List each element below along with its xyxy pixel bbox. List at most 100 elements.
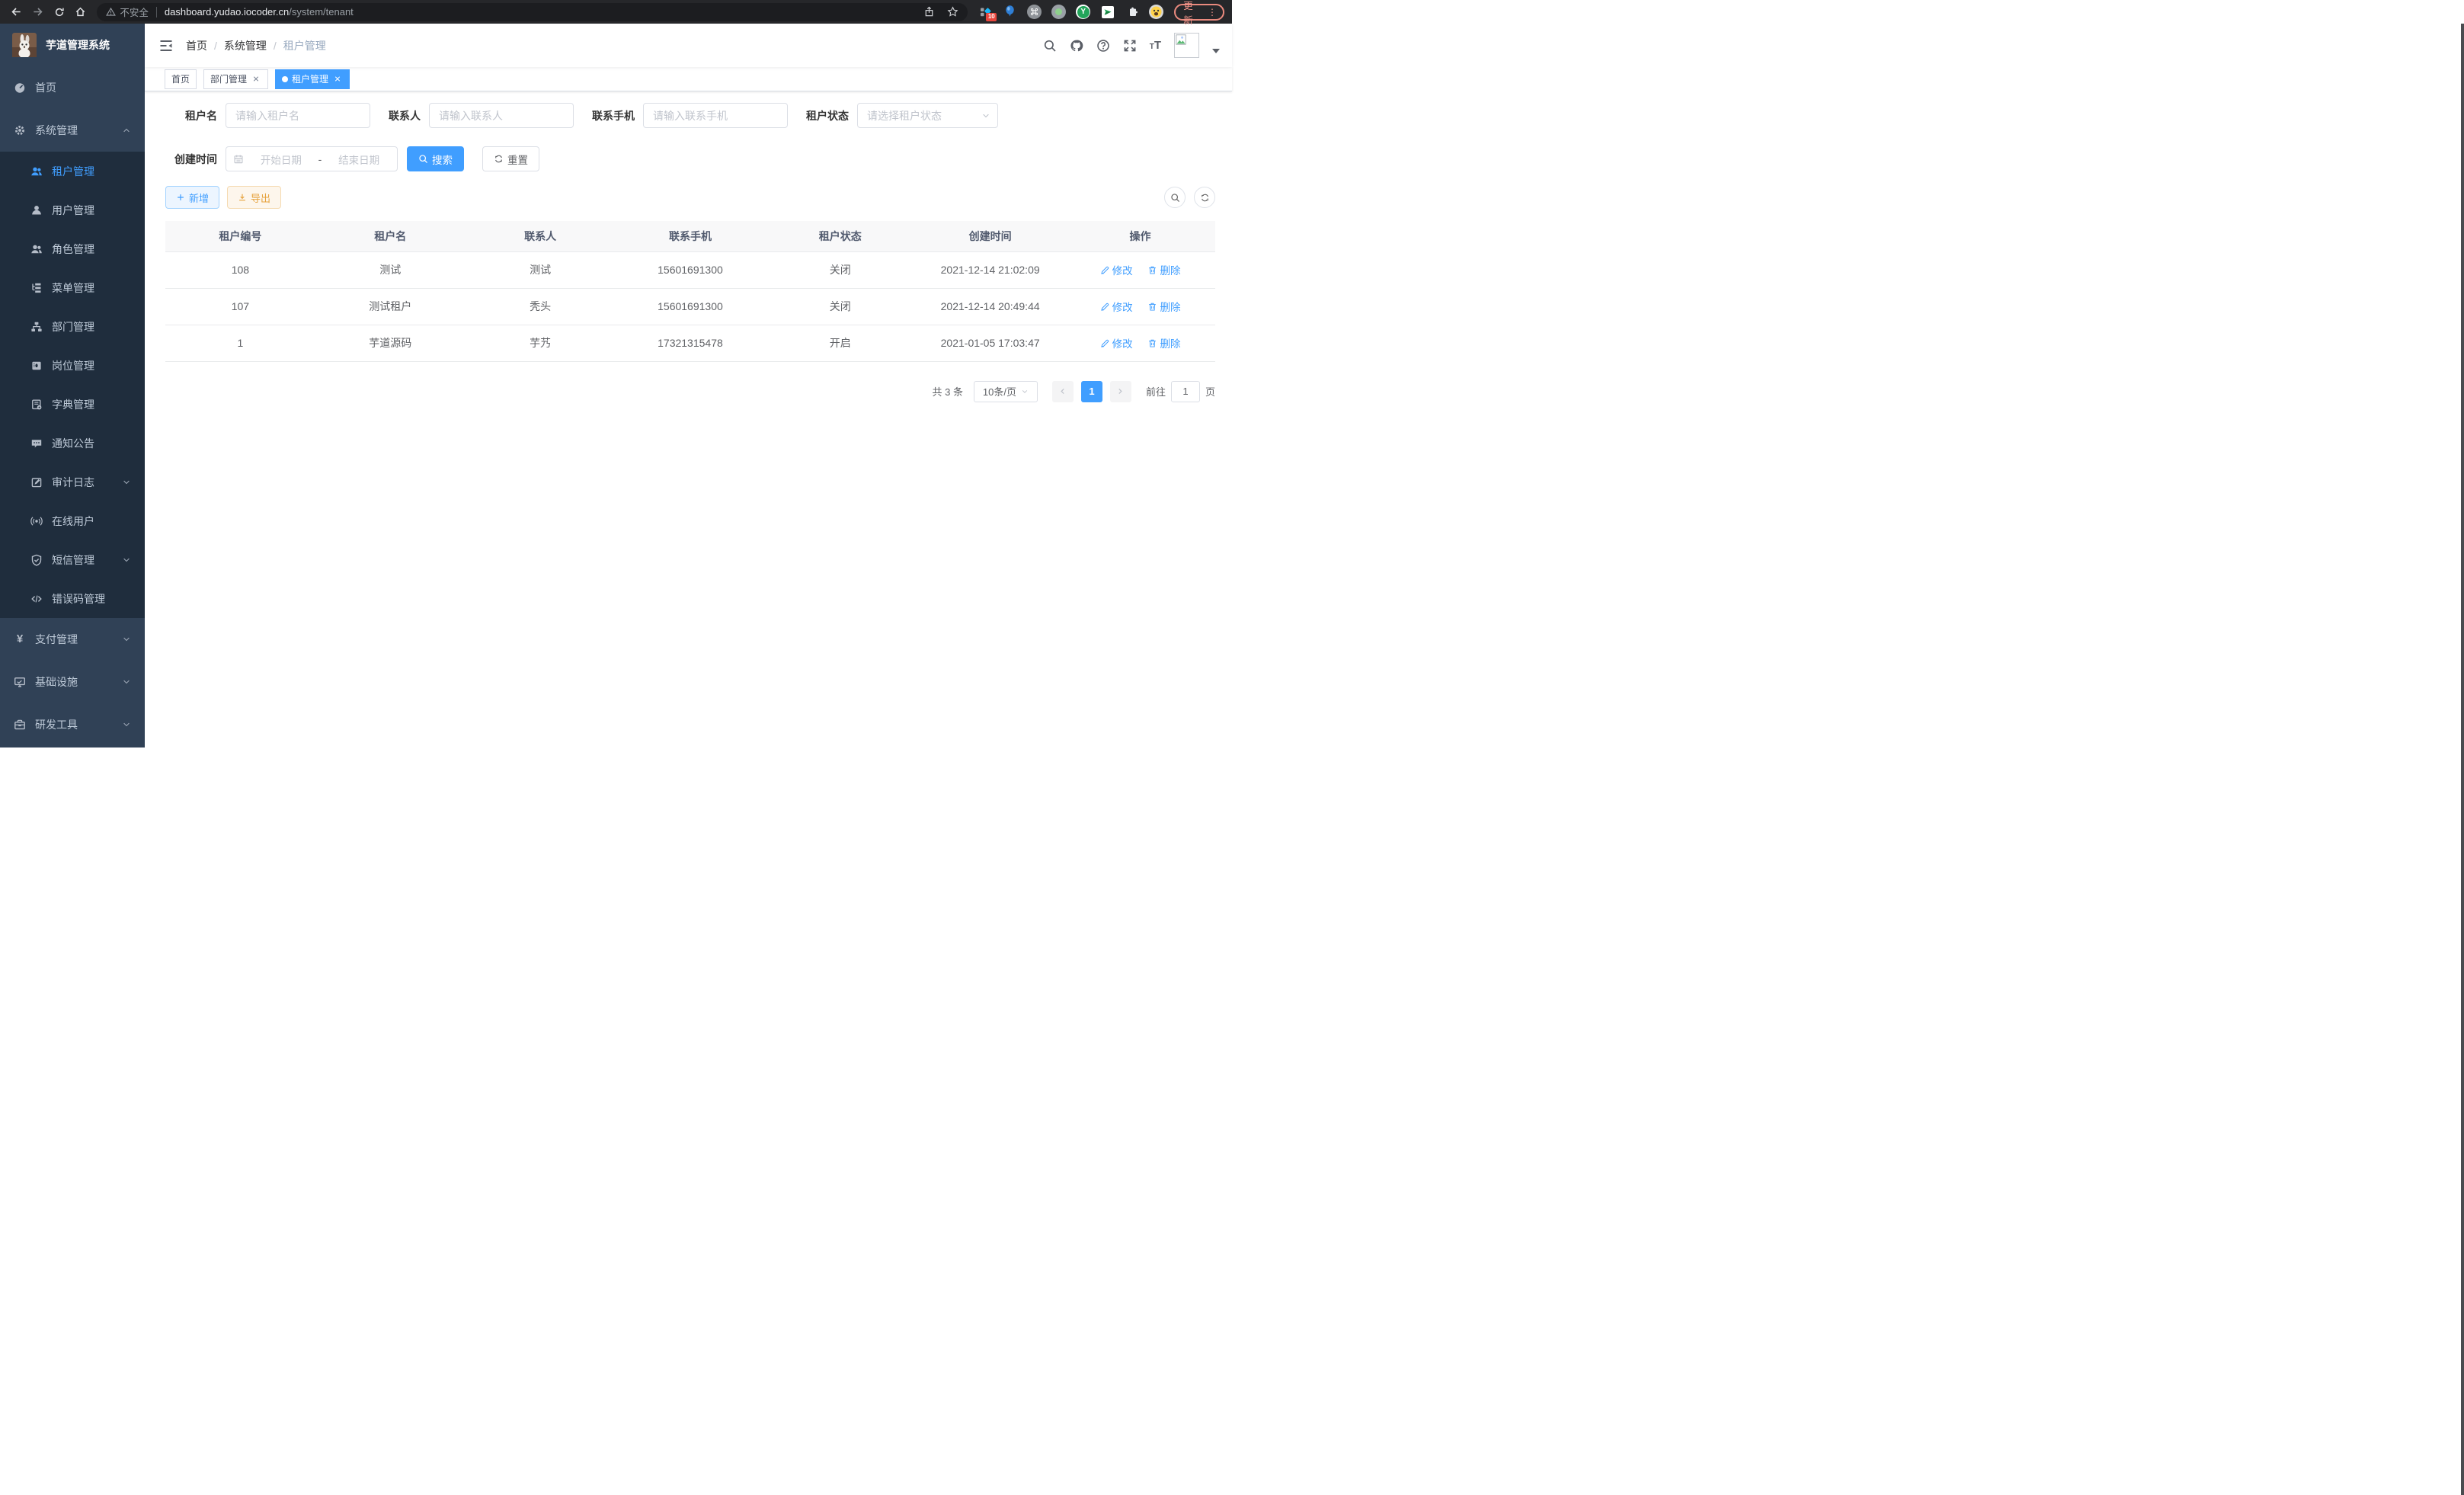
contact-label: 联系人 <box>389 108 421 123</box>
avatar[interactable] <box>1174 33 1199 58</box>
sidebar-item-audit-log[interactable]: 审计日志 <box>0 463 145 501</box>
app-title: 芋道管理系统 <box>46 37 110 53</box>
start-date-placeholder[interactable]: 开始日期 <box>250 152 312 167</box>
sidebar-item-menu[interactable]: 菜单管理 <box>0 268 145 307</box>
sidebar-item-system[interactable]: 系统管理 <box>0 109 145 152</box>
sidebar-item-dept[interactable]: 部门管理 <box>0 307 145 346</box>
contact-input[interactable] <box>429 103 574 128</box>
browser-chrome: 不安全 dashboard.yudao.iocoder.cn/system/te… <box>0 0 1232 24</box>
end-date-placeholder[interactable]: 结束日期 <box>328 152 390 167</box>
sidebar-item-online-users[interactable]: 在线用户 <box>0 501 145 540</box>
bookmark-star-icon[interactable] <box>947 6 958 18</box>
date-range-picker[interactable]: 开始日期 - 结束日期 <box>226 146 398 171</box>
sidebar-item-role[interactable]: 角色管理 <box>0 229 145 268</box>
search-button[interactable]: 搜索 <box>407 146 464 171</box>
tags-view: 首页 部门管理 租户管理 <box>145 67 1232 91</box>
y-logo-extension-icon[interactable]: Y <box>1076 5 1090 19</box>
breadcrumb-home[interactable]: 首页 <box>186 38 207 53</box>
status-select[interactable]: 请选择租户状态 <box>857 103 998 128</box>
date-separator: - <box>318 153 322 165</box>
github-icon[interactable] <box>1070 39 1083 53</box>
breadcrumb-system[interactable]: 系统管理 <box>224 38 267 53</box>
tab-dept[interactable]: 部门管理 <box>203 69 268 89</box>
sidebar-item-post[interactable]: 岗位管理 <box>0 346 145 385</box>
browser-forward-icon[interactable] <box>29 3 47 21</box>
extension-badge: 10 <box>986 13 997 21</box>
refresh-table-button[interactable] <box>1194 187 1215 208</box>
page-size-select[interactable]: 10条/页 <box>974 381 1038 402</box>
recorder-extension-icon[interactable] <box>1051 5 1066 19</box>
edit-link[interactable]: 修改 <box>1100 299 1133 314</box>
tenant-name-input[interactable] <box>226 103 370 128</box>
app-logo[interactable]: 芋道管理系统 <box>0 24 145 66</box>
url-text[interactable]: dashboard.yudao.iocoder.cn/system/tenant <box>165 6 354 18</box>
sidebar-toggle-icon[interactable] <box>158 38 174 53</box>
font-size-icon[interactable]: TT <box>1150 40 1161 51</box>
page-number-1[interactable]: 1 <box>1081 381 1102 402</box>
sidebar-item-payment[interactable]: ¥ 支付管理 <box>0 618 145 661</box>
table-toolbar: 新增 导出 <box>165 186 1215 209</box>
sidebar-item-tenant[interactable]: 租户管理 <box>0 152 145 190</box>
edit-pencil-icon <box>1100 265 1110 275</box>
chevron-down-icon <box>1021 388 1029 395</box>
filter-form-row-1: 租户名 联系人 联系手机 租户状态 请选择租户状态 <box>165 103 1215 128</box>
security-label[interactable]: 不安全 <box>120 5 149 19</box>
emoji-extension-icon[interactable] <box>1149 5 1163 19</box>
close-icon[interactable] <box>332 75 343 83</box>
tab-manager-extension-icon[interactable]: 10 <box>978 5 993 19</box>
mobile-input[interactable] <box>643 103 788 128</box>
browser-home-icon[interactable] <box>72 3 90 21</box>
goto-page-input[interactable] <box>1171 381 1200 402</box>
sidebar-item-user[interactable]: 用户管理 <box>0 190 145 229</box>
balloon-extension-icon[interactable] <box>1003 5 1017 19</box>
chevron-left-icon <box>1058 387 1067 395</box>
tenants-icon <box>30 165 43 178</box>
toggle-search-button[interactable] <box>1164 187 1186 208</box>
delete-link[interactable]: 删除 <box>1147 335 1180 351</box>
search-icon <box>1170 193 1180 203</box>
add-button[interactable]: 新增 <box>165 186 219 209</box>
browser-update-button[interactable]: 更新 ⋮ <box>1174 4 1224 21</box>
pagination: 共 3 条 10条/页 1 前往 页 <box>165 381 1215 402</box>
sidebar-item-infrastructure[interactable]: 基础设施 <box>0 661 145 703</box>
browser-back-icon[interactable] <box>8 3 26 21</box>
refresh-icon <box>494 154 504 164</box>
trash-icon <box>1147 338 1157 348</box>
next-page-button[interactable] <box>1110 381 1131 402</box>
help-icon[interactable] <box>1096 39 1110 53</box>
col-tenant-id: 租户编号 <box>165 221 315 251</box>
sidebar-item-dict[interactable]: 字典管理 <box>0 385 145 424</box>
dictionary-icon <box>30 399 43 411</box>
command-extension-icon[interactable] <box>1027 5 1042 19</box>
browser-menu-icon[interactable]: ⋮ <box>1208 8 1217 17</box>
sidebar-item-home[interactable]: 首页 <box>0 66 145 109</box>
tab-home[interactable]: 首页 <box>165 69 197 89</box>
share-icon[interactable] <box>923 6 935 18</box>
status-text: 关闭 <box>765 251 915 288</box>
table-row: 107 测试租户 秃头 15601691300 关闭 2021-12-14 20… <box>165 288 1215 325</box>
caret-down-icon[interactable] <box>1212 49 1220 53</box>
prev-page-button[interactable] <box>1052 381 1074 402</box>
calendar-icon <box>233 154 244 165</box>
address-bar[interactable]: 不安全 dashboard.yudao.iocoder.cn/system/te… <box>97 3 968 21</box>
edit-link[interactable]: 修改 <box>1100 262 1133 277</box>
sidebar-item-notice[interactable]: 通知公告 <box>0 424 145 463</box>
col-contact: 联系人 <box>466 221 616 251</box>
sidebar-item-dev-tools[interactable]: 研发工具 <box>0 703 145 746</box>
chevron-down-icon <box>122 677 131 687</box>
edit-link[interactable]: 修改 <box>1100 335 1133 351</box>
browser-reload-icon[interactable] <box>50 3 69 21</box>
export-button[interactable]: 导出 <box>227 186 281 209</box>
tab-tenant[interactable]: 租户管理 <box>275 69 350 89</box>
search-icon[interactable] <box>1043 39 1057 53</box>
sidebar-item-error-code[interactable]: 错误码管理 <box>0 579 145 618</box>
reset-button[interactable]: 重置 <box>482 146 539 171</box>
plus-icon <box>176 193 185 202</box>
close-icon[interactable] <box>251 75 261 83</box>
fullscreen-icon[interactable] <box>1123 39 1137 53</box>
delete-link[interactable]: 删除 <box>1147 262 1180 277</box>
puzzle-icon[interactable] <box>1125 5 1139 19</box>
delete-link[interactable]: 删除 <box>1147 299 1180 314</box>
chat-extension-icon[interactable] <box>1100 5 1115 19</box>
sidebar-item-sms[interactable]: 短信管理 <box>0 540 145 579</box>
